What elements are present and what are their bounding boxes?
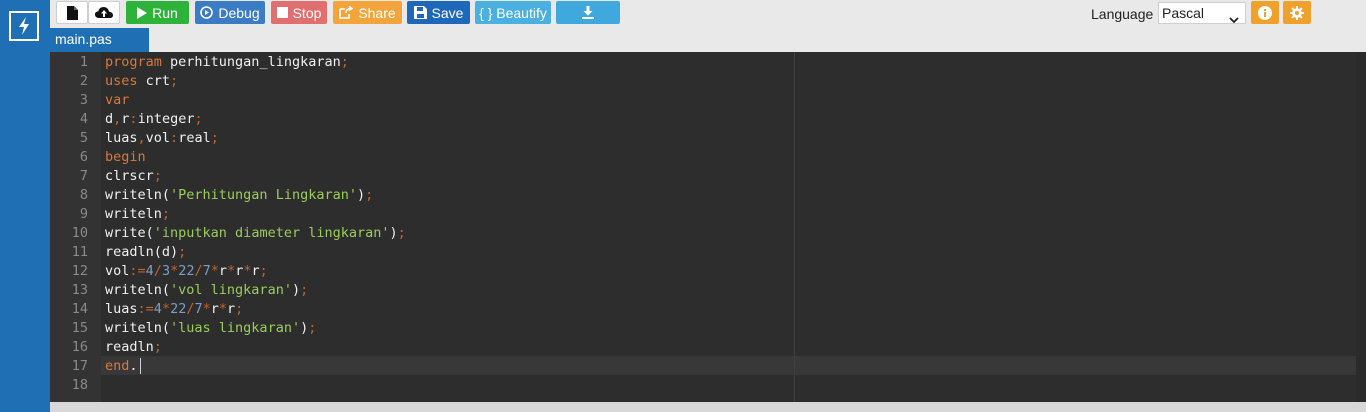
download-icon xyxy=(582,6,594,19)
code-line: luas:=4*22/7*r*r; xyxy=(105,301,244,317)
beautify-label: { } Beautify xyxy=(479,4,547,21)
line-number: 6 xyxy=(79,149,88,165)
editor-scrollbar[interactable] xyxy=(1356,52,1366,402)
stop-button[interactable]: Stop xyxy=(271,1,327,24)
code-line: program perhitungan_lingkaran; xyxy=(105,54,349,70)
code-line: readln; xyxy=(105,339,162,355)
stop-icon xyxy=(276,7,288,18)
sidebar xyxy=(0,0,50,412)
line-number: 17 xyxy=(71,358,88,374)
tab-main-pas[interactable]: main.pas xyxy=(50,28,149,52)
chevron-down-icon xyxy=(1229,9,1239,29)
line-number: 3 xyxy=(79,92,88,108)
line-number: 9 xyxy=(79,206,88,222)
line-number: 18 xyxy=(71,377,88,393)
share-button[interactable]: Share xyxy=(333,1,402,24)
line-number: 5 xyxy=(79,130,88,146)
text-cursor xyxy=(140,358,141,374)
line-number: 14 xyxy=(71,301,88,317)
floppy-icon xyxy=(413,6,427,19)
tab-bar: main.pas xyxy=(50,28,1366,52)
settings-button[interactable] xyxy=(1283,1,1311,24)
download-button[interactable] xyxy=(556,1,620,24)
language-label: Language xyxy=(1091,6,1154,22)
code-line: writeln('luas lingkaran'); xyxy=(105,320,317,336)
cloud-upload-icon xyxy=(95,6,113,20)
code-line: uses crt; xyxy=(105,73,179,89)
save-label: Save xyxy=(431,4,464,21)
print-margin xyxy=(794,52,795,402)
share-label: Share xyxy=(358,4,396,21)
line-number: 2 xyxy=(79,73,88,89)
save-button[interactable]: Save xyxy=(407,1,470,24)
line-number: 8 xyxy=(79,187,88,203)
code-line: d,r:integer; xyxy=(105,111,203,127)
code-line: writeln; xyxy=(105,206,171,222)
run-label: Run xyxy=(152,4,178,21)
language-select[interactable]: Pascal xyxy=(1158,2,1246,24)
debug-button[interactable]: Debug xyxy=(195,1,265,24)
beautify-button[interactable]: { } Beautify xyxy=(475,1,551,24)
code-line: readln(d); xyxy=(105,244,187,260)
info-icon xyxy=(1258,5,1272,20)
code-line: writeln('Perhitungan Lingkaran'); xyxy=(105,187,374,203)
info-button[interactable] xyxy=(1251,1,1279,24)
code-line: luas,vol:real; xyxy=(105,130,219,146)
line-number: 15 xyxy=(71,320,88,336)
line-number: 4 xyxy=(79,111,88,127)
debug-label: Debug xyxy=(218,4,260,21)
toolbar: Run Debug Stop Share Save { } Beautify L… xyxy=(50,0,1366,28)
code-editor[interactable]: 1 2 3 4 5 6 7 8 9 10 11 12 13 14 15 16 1… xyxy=(50,52,1366,402)
code-line: begin xyxy=(105,149,146,165)
line-number: 10 xyxy=(71,225,88,241)
bolt-icon[interactable] xyxy=(9,11,39,41)
gear-icon xyxy=(1290,5,1304,20)
code-line: end. xyxy=(105,358,138,374)
active-line-highlight xyxy=(101,356,1366,375)
line-number: 11 xyxy=(71,244,88,260)
line-number: 13 xyxy=(71,282,88,298)
line-number: 12 xyxy=(71,263,88,279)
code-line: write('inputkan diameter lingkaran'); xyxy=(105,225,406,241)
line-number: 7 xyxy=(79,168,88,184)
stop-label: Stop xyxy=(292,4,322,21)
output-panel-splitter[interactable] xyxy=(50,402,1366,412)
language-value: Pascal xyxy=(1162,5,1205,21)
line-number: 16 xyxy=(71,339,88,355)
share-icon xyxy=(339,6,354,19)
file-icon xyxy=(66,5,78,20)
debug-icon xyxy=(200,6,214,19)
upload-button[interactable] xyxy=(88,1,120,24)
code-line: writeln('vol lingkaran'); xyxy=(105,282,309,298)
play-icon xyxy=(137,6,148,19)
run-button[interactable]: Run xyxy=(126,1,189,24)
line-number: 1 xyxy=(79,54,88,70)
code-line: clrscr; xyxy=(105,168,162,184)
code-line: var xyxy=(105,92,130,108)
new-file-button[interactable] xyxy=(56,1,88,24)
code-line: vol:=4/3*22/7*r*r*r; xyxy=(105,263,268,279)
